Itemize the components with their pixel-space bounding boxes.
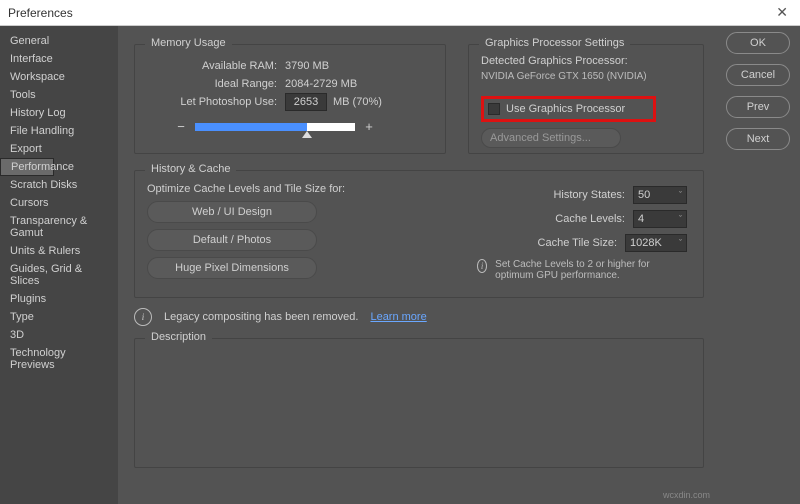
cache-tip-text: Set Cache Levels to 2 or higher for opti… (495, 259, 687, 281)
advanced-settings-button[interactable]: Advanced Settings... (481, 128, 621, 148)
sidebar-item-export[interactable]: Export (0, 140, 118, 158)
titlebar: Preferences ✕ (0, 0, 800, 26)
sidebar-item-workspace[interactable]: Workspace (0, 68, 118, 86)
preset-web-button[interactable]: Web / UI Design (147, 201, 317, 223)
sidebar: General Interface Workspace Tools Histor… (0, 26, 118, 504)
sidebar-item-transparency[interactable]: Transparency & Gamut (0, 212, 118, 242)
history-cache-panel: History & Cache Optimize Cache Levels an… (134, 170, 704, 298)
slider-fill (195, 123, 307, 131)
sidebar-item-tools[interactable]: Tools (0, 86, 118, 104)
history-states-select[interactable]: 50ˇ (633, 186, 687, 204)
let-photoshop-use-input[interactable] (285, 93, 327, 111)
dialog-buttons: OK Cancel Prev Next (716, 26, 800, 504)
panel-title-gpu: Graphics Processor Settings (479, 37, 630, 49)
sidebar-item-tech-previews[interactable]: Technology Previews (0, 344, 118, 374)
ok-button[interactable]: OK (726, 32, 790, 54)
sidebar-item-interface[interactable]: Interface (0, 50, 118, 68)
detected-gpu-value: NVIDIA GeForce GTX 1650 (NVIDIA) (481, 71, 691, 82)
sidebar-item-guides[interactable]: Guides, Grid & Slices (0, 260, 118, 290)
sidebar-item-type[interactable]: Type (0, 308, 118, 326)
cache-tile-size-label: Cache Tile Size: (538, 237, 617, 249)
sidebar-item-plugins[interactable]: Plugins (0, 290, 118, 308)
prev-button[interactable]: Prev (726, 96, 790, 118)
slider-plus-icon[interactable]: + (363, 119, 375, 134)
sidebar-item-performance[interactable]: Performance (0, 158, 54, 176)
sidebar-item-file-handling[interactable]: File Handling (0, 122, 118, 140)
next-button[interactable]: Next (726, 128, 790, 150)
preset-huge-button[interactable]: Huge Pixel Dimensions (147, 257, 317, 279)
history-states-label: History States: (553, 189, 625, 201)
cancel-button[interactable]: Cancel (726, 64, 790, 86)
memory-usage-panel: Memory Usage Available RAM: 3790 MB Idea… (134, 44, 446, 154)
preset-default-button[interactable]: Default / Photos (147, 229, 317, 251)
sidebar-item-history-log[interactable]: History Log (0, 104, 118, 122)
watermark: wcxdin.com (663, 490, 710, 500)
description-panel: Description (134, 338, 704, 468)
use-gpu-highlight: Use Graphics Processor (481, 96, 656, 122)
info-icon: i (134, 308, 152, 326)
learn-more-link[interactable]: Learn more (370, 311, 426, 323)
use-gpu-checkbox[interactable] (488, 103, 500, 115)
sidebar-item-units[interactable]: Units & Rulers (0, 242, 118, 260)
info-icon: i (477, 259, 487, 273)
sidebar-item-general[interactable]: General (0, 32, 118, 50)
preferences-window: Preferences ✕ General Interface Workspac… (0, 0, 800, 504)
available-ram-value: 3790 MB (285, 60, 329, 72)
sidebar-item-3d[interactable]: 3D (0, 326, 118, 344)
chevron-down-icon: ˇ (679, 190, 682, 200)
cache-levels-select[interactable]: 4ˇ (633, 210, 687, 228)
chevron-down-icon: ˇ (679, 238, 682, 248)
let-photoshop-use-unit: MB (70%) (333, 96, 382, 108)
slider-minus-icon[interactable]: − (175, 119, 187, 134)
ideal-range-value: 2084-2729 MB (285, 78, 357, 90)
ideal-range-label: Ideal Range: (135, 78, 285, 90)
panel-title-history: History & Cache (145, 163, 236, 175)
detected-gpu-label: Detected Graphics Processor: (481, 55, 691, 67)
legacy-notice: i Legacy compositing has been removed. L… (134, 308, 427, 326)
available-ram-label: Available RAM: (135, 60, 285, 72)
chevron-down-icon: ˇ (679, 214, 682, 224)
cache-levels-label: Cache Levels: (555, 213, 625, 225)
let-photoshop-use-label: Let Photoshop Use: (135, 96, 285, 108)
sidebar-item-scratch-disks[interactable]: Scratch Disks (0, 176, 118, 194)
sidebar-item-cursors[interactable]: Cursors (0, 194, 118, 212)
slider-thumb-icon[interactable] (302, 131, 312, 138)
window-title: Preferences (8, 6, 772, 20)
panel-title-memory: Memory Usage (145, 37, 232, 49)
memory-slider[interactable] (195, 123, 355, 131)
panel-title-description: Description (145, 331, 212, 343)
cache-tile-size-select[interactable]: 1028Kˇ (625, 234, 687, 252)
legacy-text: Legacy compositing has been removed. (164, 311, 358, 323)
gpu-settings-panel: Graphics Processor Settings Detected Gra… (468, 44, 704, 154)
use-gpu-label: Use Graphics Processor (506, 103, 625, 115)
close-icon[interactable]: ✕ (772, 4, 792, 21)
main-panel: Memory Usage Available RAM: 3790 MB Idea… (118, 26, 716, 504)
